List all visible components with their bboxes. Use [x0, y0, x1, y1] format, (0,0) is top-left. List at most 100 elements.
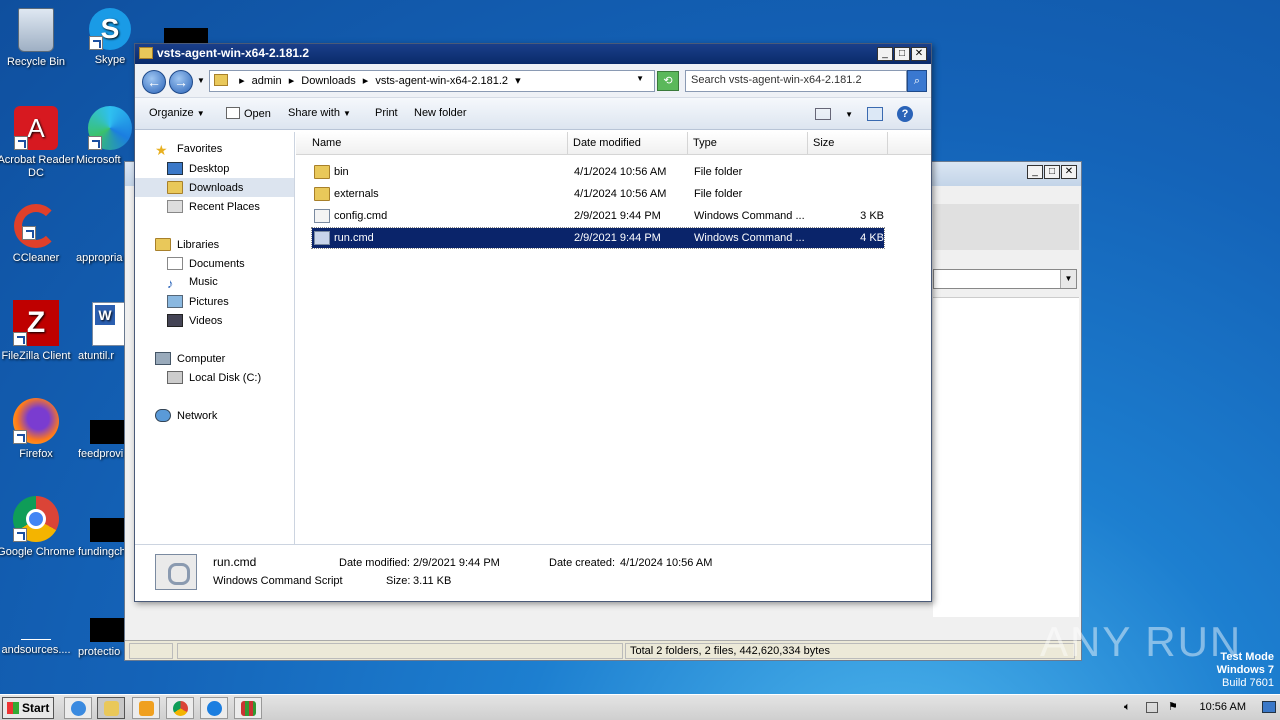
breadcrumb[interactable]: ▸ admin ▸ Downloads ▸ vsts-agent-win-x64…: [209, 70, 655, 92]
taskbar-app-button[interactable]: [234, 697, 262, 719]
refresh-button[interactable]: ⟲: [657, 71, 679, 91]
breadcrumb-downloads[interactable]: Downloads: [301, 75, 355, 87]
nav-documents[interactable]: Documents: [135, 254, 294, 273]
media-player-icon: [139, 701, 154, 716]
recent-places-icon: [167, 200, 183, 213]
desktop-icon-filezilla[interactable]: Z FileZilla Client: [0, 300, 76, 363]
ccleaner-icon: [14, 204, 58, 248]
nav-videos[interactable]: Videos: [135, 311, 294, 330]
anyrun-watermark: ANY RUN: [1040, 618, 1243, 665]
recent-pages-chevron-icon[interactable]: ▼: [197, 76, 205, 85]
network-tray-icon[interactable]: [1146, 702, 1158, 713]
print-button[interactable]: Print: [375, 107, 398, 119]
column-header-name[interactable]: Name: [307, 132, 568, 154]
minimize-button[interactable]: _: [877, 47, 893, 61]
details-created-value: 4/1/2024 10:56 AM: [620, 557, 713, 569]
start-button[interactable]: Start: [2, 697, 54, 719]
share-with-button[interactable]: Share with ▼: [288, 107, 351, 119]
bg-maximize-button[interactable]: □: [1044, 165, 1060, 179]
breadcrumb-separator-icon[interactable]: ▸: [289, 75, 295, 87]
window-title: vsts-agent-win-x64-2.181.2: [157, 46, 310, 60]
back-button[interactable]: ←: [142, 70, 166, 94]
bg-content-pane: [933, 297, 1079, 617]
address-bar-area: ← → ▼ ▸ admin ▸ Downloads ▸ vsts-agent-w…: [135, 64, 931, 98]
filezilla-icon: Z: [13, 300, 59, 346]
recycle-bin-icon: [18, 8, 54, 52]
explorer-window[interactable]: vsts-agent-win-x64-2.181.2 _ □ ✕ ← → ▼ ▸ a…: [134, 43, 932, 602]
breadcrumb-separator-icon[interactable]: ▸: [363, 75, 369, 87]
nav-favorites[interactable]: ★ Favorites: [135, 140, 294, 159]
taskbar-ie-button[interactable]: [64, 697, 92, 719]
desktop-icon-chrome[interactable]: Google Chrome: [0, 496, 76, 559]
column-header-size[interactable]: Size: [808, 132, 888, 154]
file-type: Windows Command ...: [694, 232, 805, 244]
nav-music[interactable]: ♪ Music: [135, 273, 294, 292]
desktop-icon-recycle-bin[interactable]: Recycle Bin: [0, 8, 76, 69]
nav-pictures[interactable]: Pictures: [135, 292, 294, 311]
watermark-line-2: Windows 7: [1216, 664, 1274, 676]
nav-libraries[interactable]: Libraries: [135, 235, 294, 254]
details-pane: run.cmd Windows Command Script Date modi…: [135, 544, 931, 601]
clock[interactable]: 10:56 AM: [1200, 701, 1246, 713]
desktop-icon-acrobat[interactable]: A Acrobat Reader DC: [0, 106, 76, 180]
desktop-icon-firefox[interactable]: Firefox: [0, 398, 76, 461]
breadcrumb-current[interactable]: vsts-agent-win-x64-2.181.2: [375, 75, 508, 87]
new-folder-label: New folder: [414, 107, 467, 119]
new-folder-button[interactable]: New folder: [414, 107, 467, 119]
chevron-down-icon[interactable]: ▼: [845, 110, 853, 119]
details-file-kind: Windows Command Script: [213, 575, 343, 587]
show-desktop-icon[interactable]: [1262, 701, 1276, 713]
forward-button[interactable]: →: [169, 70, 193, 94]
search-icon[interactable]: ⌕: [907, 70, 927, 92]
action-center-flag-icon[interactable]: ⚑: [1168, 700, 1178, 713]
file-name: run.cmd: [334, 232, 374, 244]
nav-recent-places[interactable]: Recent Places: [135, 197, 294, 216]
taskbar-edge-button[interactable]: [200, 697, 228, 719]
bg-close-button[interactable]: ✕: [1061, 165, 1077, 179]
file-name: config.cmd: [334, 210, 388, 222]
open-label: Open: [244, 108, 271, 120]
file-row[interactable]: externals 4/1/2024 10:56 AM File folder: [312, 184, 884, 204]
column-header-type[interactable]: Type: [688, 132, 808, 154]
taskbar-explorer-button[interactable]: [97, 697, 125, 719]
breadcrumb-separator-icon[interactable]: ▾: [515, 75, 521, 87]
desktop-icon: [167, 162, 183, 175]
maximize-button[interactable]: □: [894, 47, 910, 61]
details-size-label: Size:: [386, 575, 411, 587]
nav-downloads[interactable]: Downloads: [135, 178, 294, 197]
bg-combo-box[interactable]: ▼: [933, 269, 1077, 289]
file-date: 4/1/2024 10:56 AM: [574, 166, 667, 178]
nav-label: Network: [177, 410, 218, 422]
redacted-icon: [164, 28, 208, 44]
preview-pane-icon[interactable]: [867, 107, 883, 121]
watermark-line-3: Build 7601: [1222, 677, 1274, 689]
file-date: 2/9/2021 9:44 PM: [574, 210, 661, 222]
nav-local-disk[interactable]: Local Disk (C:): [135, 368, 294, 387]
volume-icon[interactable]: 🔈︎: [1124, 701, 1131, 714]
file-row[interactable]: bin 4/1/2024 10:56 AM File folder: [312, 162, 884, 182]
address-dropdown-icon[interactable]: ▼: [636, 74, 644, 83]
view-options-icon[interactable]: [815, 108, 832, 120]
taskbar-media-player-button[interactable]: [132, 697, 160, 719]
open-button[interactable]: Open: [226, 107, 271, 120]
file-size: 3 KB: [860, 210, 884, 222]
taskbar-chrome-button[interactable]: [166, 697, 194, 719]
desktop-icon-ccleaner[interactable]: CCleaner: [0, 204, 76, 265]
file-row-selected[interactable]: run.cmd 2/9/2021 9:44 PM Windows Command…: [311, 227, 885, 249]
help-icon[interactable]: ?: [897, 106, 913, 122]
breadcrumb-admin[interactable]: admin: [252, 75, 282, 87]
nav-desktop[interactable]: Desktop: [135, 159, 294, 178]
nav-computer[interactable]: Computer: [135, 349, 294, 368]
nav-network[interactable]: Network: [135, 406, 294, 425]
desktop-icon-andsources[interactable]: andsources....: [0, 598, 76, 657]
close-button[interactable]: ✕: [911, 47, 927, 61]
breadcrumb-separator-icon[interactable]: ▸: [239, 75, 245, 87]
bg-minimize-button[interactable]: _: [1027, 165, 1043, 179]
music-icon: ♪: [167, 276, 174, 291]
column-header-date[interactable]: Date modified: [568, 132, 688, 154]
app-icon: [241, 701, 256, 716]
file-row[interactable]: config.cmd 2/9/2021 9:44 PM Windows Comm…: [312, 206, 884, 226]
search-input[interactable]: Search vsts-agent-win-x64-2.181.2: [685, 70, 907, 92]
organize-button[interactable]: Organize ▼: [149, 107, 205, 119]
title-bar[interactable]: vsts-agent-win-x64-2.181.2 _ □ ✕: [135, 44, 931, 64]
